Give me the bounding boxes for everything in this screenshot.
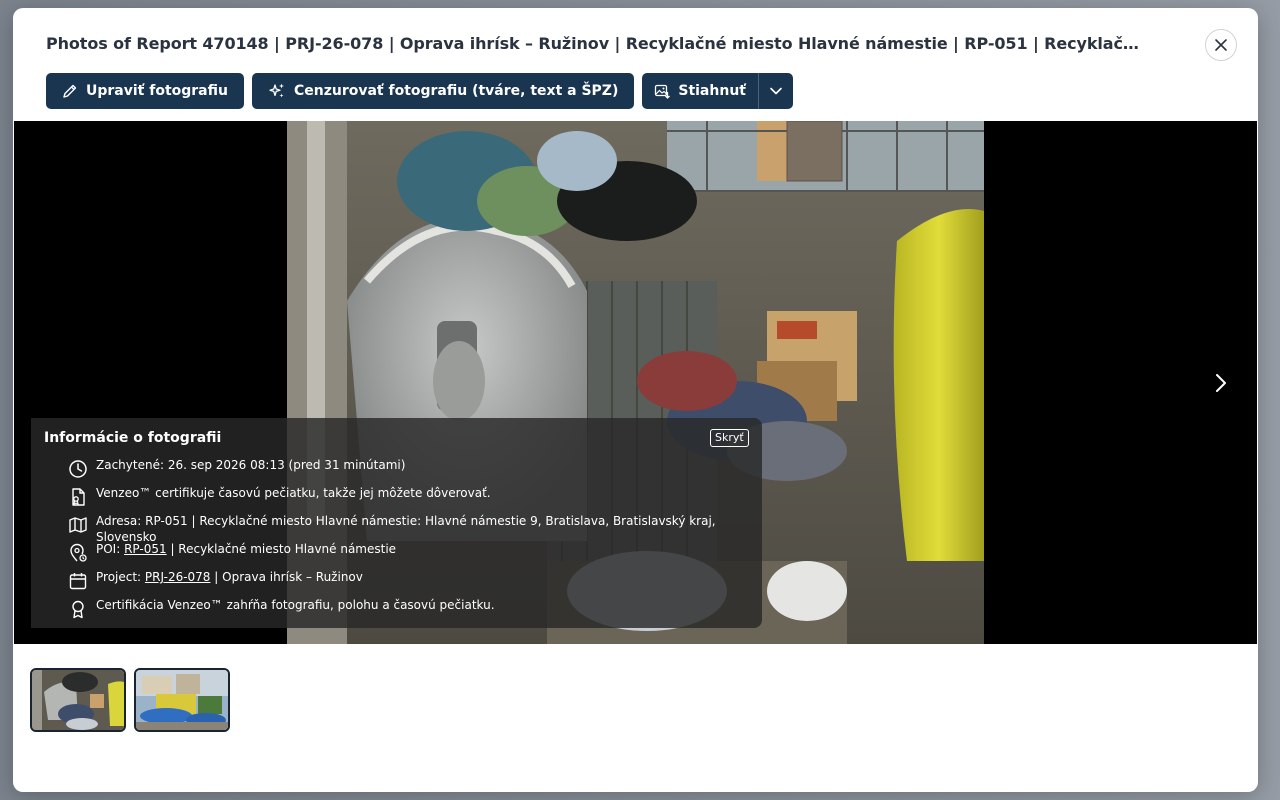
censor-photo-label: Cenzurovať fotografiu (tváre, text a ŠPZ… [293, 83, 619, 99]
certified-document-icon [72, 488, 85, 506]
calendar-icon [69, 573, 87, 590]
thumbnail-1-image [32, 670, 124, 730]
project-link[interactable]: PRJ-26-078 [145, 570, 211, 584]
edit-photo-button[interactable]: Upraviť fotografiu [46, 73, 244, 109]
download-split-button: Stiahnuť [642, 73, 793, 109]
info-project-row: Project: PRJ-26-078 | Oprava ihrísk – Ru… [68, 569, 363, 591]
thumbnail-strip [30, 668, 230, 732]
photo-info-panel: Informácie o fotografii Skryť Zachytené:… [31, 418, 762, 628]
poi-link[interactable]: RP-051 [124, 542, 167, 556]
thumbnail-1[interactable] [30, 668, 126, 732]
clock-icon [69, 460, 87, 478]
toolbar: Upraviť fotografiu Cenzurovať fotografiu… [46, 73, 793, 109]
project-suffix: | Oprava ihrísk – Ružinov [210, 570, 363, 584]
close-icon [1215, 39, 1227, 51]
info-certify: Venzeo™ certifikuje časovú pečiatku, tak… [96, 486, 491, 500]
download-options-button[interactable] [759, 73, 793, 109]
chevron-down-icon [770, 87, 782, 95]
close-button[interactable] [1205, 29, 1237, 61]
info-poi: POI: RP-051 | Recyklačné miesto Hlavné n… [96, 541, 396, 557]
info-certify-row: Venzeo™ certifikuje časovú pečiatku, tak… [68, 485, 491, 507]
pencil-icon [63, 84, 77, 98]
info-captured: Zachytené: 26. sep 2026 08:13 (pred 31 m… [96, 458, 406, 472]
poi-suffix: | Recyklačné miesto Hlavné námestie [166, 542, 397, 556]
info-title: Informácie o fotografii [44, 430, 222, 446]
download-label: Stiahnuť [678, 83, 746, 99]
photo-modal: Photos of Report 470148 | PRJ-26-078 | O… [13, 8, 1258, 792]
next-photo-button[interactable] [1207, 369, 1235, 397]
map-icon [69, 517, 87, 533]
award-icon [72, 600, 84, 619]
map-pin-icon [70, 543, 87, 562]
info-project: Project: PRJ-26-078 | Oprava ihrísk – Ru… [96, 569, 363, 585]
modal-title: Photos of Report 470148 | PRJ-26-078 | O… [46, 34, 1146, 53]
poi-prefix: POI: [96, 542, 125, 556]
edit-photo-label: Upraviť fotografiu [86, 83, 228, 99]
sparkles-icon [269, 83, 284, 98]
project-prefix: Project: [96, 570, 145, 584]
chevron-right-icon [1216, 374, 1226, 392]
download-button[interactable]: Stiahnuť [642, 73, 758, 109]
image-download-icon [655, 84, 671, 99]
info-poi-row: POI: RP-051 | Recyklačné miesto Hlavné n… [68, 541, 396, 563]
censor-photo-button[interactable]: Cenzurovať fotografiu (tváre, text a ŠPZ… [251, 73, 635, 109]
thumbnail-2-image [136, 670, 228, 730]
info-captured-row: Zachytené: 26. sep 2026 08:13 (pred 31 m… [68, 457, 405, 479]
photo-viewer: Informácie o fotografii Skryť Zachytené:… [14, 121, 1257, 644]
hide-info-button[interactable]: Skryť [710, 429, 749, 447]
info-certification-row: Certifikácia Venzeo™ zahŕňa fotografiu, … [68, 597, 495, 619]
thumbnail-2[interactable] [134, 668, 230, 732]
info-certification: Certifikácia Venzeo™ zahŕňa fotografiu, … [96, 598, 495, 612]
